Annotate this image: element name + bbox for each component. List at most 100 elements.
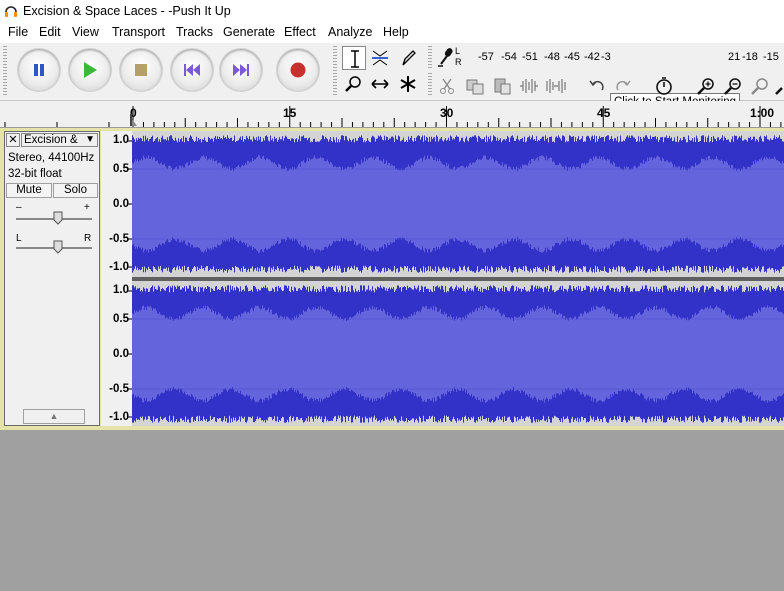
ruler-label: 1:00 <box>750 106 775 120</box>
menu-generate[interactable]: Generate <box>223 25 275 39</box>
mute-button[interactable]: Mute <box>6 183 52 198</box>
envelope-tool-icon <box>372 50 388 66</box>
ruler-label: 45 <box>597 106 611 120</box>
play-icon <box>84 62 97 78</box>
silence-button[interactable] <box>544 74 568 98</box>
timeline-ruler[interactable]: 0 15 30 45 1:00 <box>0 101 784 128</box>
menu-edit[interactable]: Edit <box>39 25 61 39</box>
edit-toolbar-grip[interactable] <box>428 73 432 97</box>
stop-button[interactable] <box>120 49 162 91</box>
meter-tick: -18 <box>742 51 758 63</box>
selection-tool[interactable] <box>342 46 366 70</box>
window-title: Excision & Space Laces - -Push It Up <box>23 4 231 18</box>
track-control-panel[interactable]: ✕ Excision & ▼ Stereo, 44100Hz 32-bit fl… <box>4 131 100 426</box>
skip-to-start-icon <box>184 64 200 76</box>
play-button[interactable] <box>69 49 111 91</box>
meter-tick: -42 <box>584 51 600 63</box>
cut-icon <box>440 78 454 94</box>
redo-icon <box>616 80 631 91</box>
time-shift-tool-icon <box>371 79 389 89</box>
fit-selection-button[interactable] <box>748 74 772 98</box>
record-meter-scale[interactable]: -57 -54 -51 -48 -45 -42 -3 21 -18 -15 <box>466 51 784 65</box>
track-menu-arrow-icon: ▼ <box>85 134 95 145</box>
meter-toolbar-grip[interactable] <box>428 46 432 68</box>
trim-button[interactable] <box>517 74 541 98</box>
meter-tick: -57 <box>478 51 494 63</box>
draw-tool[interactable] <box>396 46 420 70</box>
track-name: Excision & <box>24 134 78 146</box>
solo-button[interactable]: Solo <box>53 183 98 198</box>
transport-toolbar-grip[interactable] <box>3 46 7 96</box>
menu-effect[interactable]: Effect <box>284 25 316 39</box>
channel-separator <box>132 277 784 281</box>
pan-slider[interactable] <box>16 240 92 256</box>
ruler-label: 30 <box>440 106 454 120</box>
track-name-menu[interactable]: Excision & ▼ <box>21 133 98 147</box>
pause-button[interactable] <box>18 49 60 91</box>
title-bar: Excision & Space Laces - -Push It Up <box>0 0 784 22</box>
track-rate-info: Stereo, 44100Hz <box>8 152 95 164</box>
ruler-ticks <box>4 106 782 127</box>
zoom-in-icon <box>697 78 714 95</box>
undo-button[interactable] <box>585 74 609 98</box>
zoom-in-button[interactable] <box>694 74 718 98</box>
skip-to-end-button[interactable] <box>220 49 262 91</box>
menu-view[interactable]: View <box>72 25 99 39</box>
playhead-marker-icon[interactable] <box>130 114 138 126</box>
menu-help[interactable]: Help <box>383 25 409 39</box>
collapse-track-button[interactable]: ▲ <box>23 409 85 424</box>
pan-slider-thumb[interactable] <box>53 240 63 254</box>
cut-button[interactable] <box>435 74 459 98</box>
microphone-icon[interactable] <box>437 46 455 68</box>
waveform-display[interactable] <box>132 131 784 426</box>
audacity-app-icon <box>5 6 17 17</box>
multi-tool-icon <box>400 76 416 92</box>
tools-toolbar-grip[interactable] <box>333 46 337 96</box>
meter-tick: -51 <box>522 51 538 63</box>
stop-icon <box>135 64 147 76</box>
meter-tick: -54 <box>501 51 517 63</box>
skip-to-end-icon <box>233 64 249 76</box>
record-icon <box>290 62 306 78</box>
menu-bar: File Edit View Transport Tracks Generate… <box>0 22 784 43</box>
paste-button[interactable] <box>490 74 514 98</box>
meter-tick: -15 <box>763 51 779 63</box>
envelope-tool[interactable] <box>368 46 392 70</box>
toolbar-area: L R -57 -54 -51 -48 -45 -42 -3 21 -18 -1… <box>0 43 784 111</box>
meter-tick: -3 <box>601 51 611 63</box>
pause-icon <box>34 64 44 76</box>
gain-slider-thumb[interactable] <box>53 211 63 225</box>
meter-tick: 21 <box>728 51 741 63</box>
fit-selection-icon <box>751 78 768 95</box>
fit-project-icon <box>775 87 783 95</box>
draw-tool-icon <box>402 50 416 66</box>
fit-project-button[interactable] <box>772 74 784 98</box>
record-button[interactable] <box>277 49 319 91</box>
record-meter-left-label: L <box>455 46 461 56</box>
menu-file[interactable]: File <box>8 25 28 39</box>
zoom-tool-icon <box>345 76 361 92</box>
skip-to-start-button[interactable] <box>171 49 213 91</box>
zoom-out-icon <box>724 78 741 95</box>
redo-button[interactable] <box>611 74 635 98</box>
meter-tick: -48 <box>544 51 560 63</box>
time-shift-tool[interactable] <box>368 72 392 96</box>
track-close-button[interactable]: ✕ <box>6 133 20 147</box>
menu-analyze[interactable]: Analyze <box>328 25 372 39</box>
amplitude-scale[interactable]: 1.0 0.5 0.0 -0.5 -1.0 1.0 0.5 0.0 -0.5 -… <box>101 131 132 426</box>
copy-button[interactable] <box>463 74 487 98</box>
meter-tick: -45 <box>564 51 580 63</box>
zoom-tool[interactable] <box>342 72 366 96</box>
menu-tracks[interactable]: Tracks <box>176 25 213 39</box>
silence-audio-icon <box>546 79 566 93</box>
gain-slider[interactable] <box>16 211 92 227</box>
multi-tool[interactable] <box>396 72 420 96</box>
timer-icon <box>656 77 672 95</box>
sync-lock-button[interactable] <box>652 74 676 98</box>
zoom-out-button[interactable] <box>721 74 745 98</box>
record-meter-right-label: R <box>455 57 462 67</box>
track-format-info: 32-bit float <box>8 168 62 180</box>
trim-audio-icon <box>520 79 538 93</box>
selection-tool-icon <box>351 50 359 68</box>
menu-transport[interactable]: Transport <box>112 25 165 39</box>
